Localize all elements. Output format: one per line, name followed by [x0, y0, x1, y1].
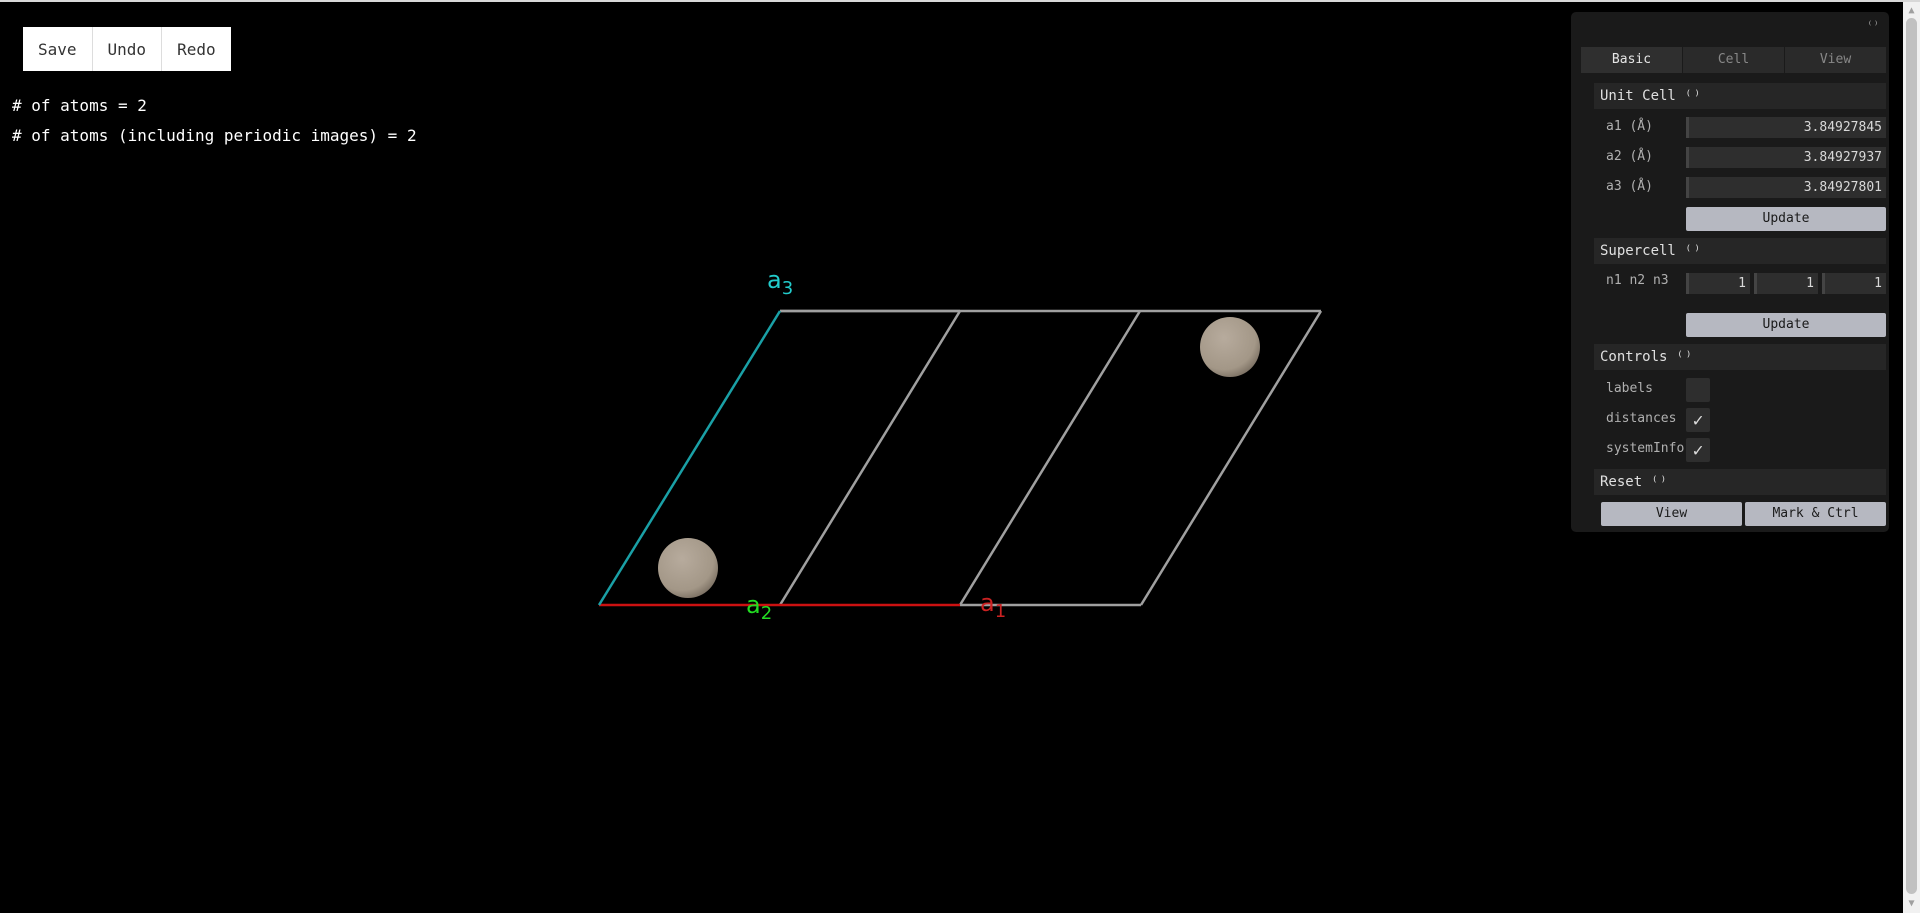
unit-cell-title: Unit Cell: [1600, 88, 1676, 104]
unit-cell-update-button[interactable]: Update: [1686, 207, 1886, 231]
collapse-icon[interactable]: ⁽⁾: [1684, 243, 1701, 259]
a2-input[interactable]: 3.84927937: [1686, 147, 1886, 168]
n1-input[interactable]: 1: [1686, 273, 1750, 294]
n3-input[interactable]: 1: [1822, 273, 1886, 294]
labels-label: labels: [1606, 381, 1653, 396]
collapse-icon[interactable]: ⁽⁾: [1867, 20, 1879, 31]
panel-header: ⁽⁾: [1571, 12, 1889, 42]
panel-tabs: Basic Cell View: [1581, 47, 1886, 73]
controls-folder[interactable]: Controls ⁽⁾: [1594, 344, 1886, 370]
tab-basic[interactable]: Basic: [1581, 47, 1682, 73]
tab-view[interactable]: View: [1784, 47, 1886, 73]
a2-axis-label: a2: [746, 591, 772, 624]
collapse-icon[interactable]: ⁽⁾: [1684, 88, 1701, 104]
supercell-title: Supercell: [1600, 243, 1676, 259]
unit-cell-folder[interactable]: Unit Cell ⁽⁾: [1594, 83, 1886, 109]
a2-label: a2 (Å): [1606, 149, 1653, 164]
scrollbar-thumb[interactable]: [1906, 18, 1917, 894]
atom-1[interactable]: [658, 538, 718, 598]
cell-inner-edge-2: [958, 310, 1142, 606]
a1-axis-label: a1: [980, 589, 1006, 622]
scroll-down-icon[interactable]: ▼: [1905, 897, 1918, 910]
cell-inner-edge-1: [778, 310, 962, 606]
atom-2[interactable]: [1200, 317, 1260, 377]
collapse-icon[interactable]: ⁽⁾: [1651, 474, 1668, 490]
supercell-update-button[interactable]: Update: [1686, 313, 1886, 337]
reset-title: Reset: [1600, 474, 1643, 490]
labels-checkbox[interactable]: [1686, 378, 1710, 402]
supercell-folder[interactable]: Supercell ⁽⁾: [1594, 238, 1886, 264]
a3-axis-label: a3: [767, 266, 793, 299]
collapse-icon[interactable]: ⁽⁾: [1676, 349, 1693, 365]
reset-view-button[interactable]: View: [1601, 502, 1742, 526]
controls-title: Controls: [1600, 349, 1668, 365]
reset-mark-ctrl-button[interactable]: Mark & Ctrl: [1745, 502, 1886, 526]
supercell-label: n1 n2 n3: [1606, 273, 1669, 288]
reset-folder[interactable]: Reset ⁽⁾: [1594, 469, 1886, 495]
check-icon: ✓: [1692, 439, 1704, 461]
systeminfo-checkbox[interactable]: ✓: [1686, 438, 1710, 462]
distances-checkbox[interactable]: ✓: [1686, 408, 1710, 432]
a1-label: a1 (Å): [1606, 119, 1653, 134]
systeminfo-label: systemInfo: [1606, 441, 1685, 456]
scroll-up-icon[interactable]: ▲: [1905, 4, 1918, 17]
a3-label: a3 (Å): [1606, 179, 1653, 194]
n2-input[interactable]: 1: [1754, 273, 1818, 294]
distances-label: distances: [1606, 411, 1677, 426]
check-icon: ✓: [1692, 409, 1704, 431]
tab-cell[interactable]: Cell: [1682, 47, 1784, 73]
a1-input[interactable]: 3.84927845: [1686, 117, 1886, 138]
a3-input[interactable]: 3.84927801: [1686, 177, 1886, 198]
